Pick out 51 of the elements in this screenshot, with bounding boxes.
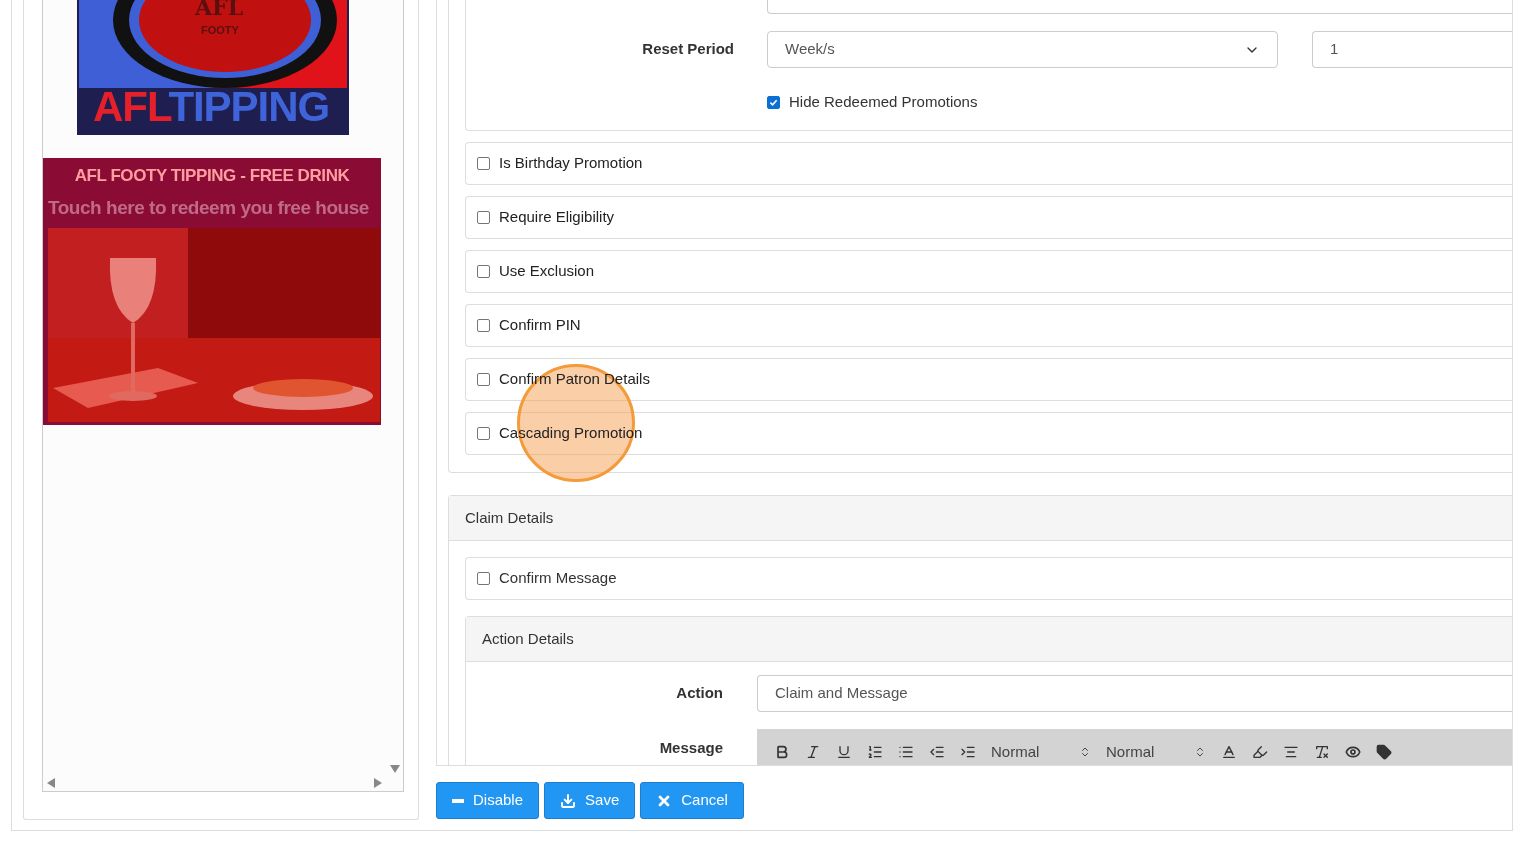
text-color-icon[interactable] <box>1221 744 1237 760</box>
toolbar-select[interactable]: Normal <box>991 740 1091 764</box>
checkbox-label: Hide Redeemed Promotions <box>789 91 978 112</box>
checkbox[interactable] <box>477 373 490 386</box>
scroll-right-icon[interactable] <box>374 778 382 788</box>
minus-icon <box>452 798 464 803</box>
checkbox[interactable] <box>767 95 780 109</box>
scroll-down-icon[interactable] <box>390 765 400 773</box>
clear-format-icon[interactable] <box>1314 744 1330 760</box>
period-select[interactable]: Week/s <box>767 31 1278 68</box>
updown-icon <box>1079 746 1091 758</box>
input-field[interactable] <box>767 0 1512 14</box>
checkbox-label: Confirm PIN <box>499 315 581 336</box>
bold-icon[interactable] <box>774 744 790 760</box>
checkbox-label: Is Birthday Promotion <box>499 153 643 174</box>
checkbox[interactable] <box>477 427 490 440</box>
input-field[interactable]: 1 <box>1312 31 1512 68</box>
checkbox[interactable] <box>477 319 490 332</box>
checkbox-label: Use Exclusion <box>499 261 595 282</box>
promo-subtitle: Touch here to redeem you free house <box>47 195 370 220</box>
promo-banner[interactable]: AFL FOOTY TIPPING - FREE DRINK Touch here to redeem you free house <box>43 158 381 425</box>
panel-header: Claim Details <box>449 496 1512 541</box>
toolbar-select[interactable]: Normal <box>1106 740 1206 764</box>
align-icon[interactable] <box>1283 744 1299 760</box>
promo-title: AFL FOOTY TIPPING - FREE DRINK <box>73 165 351 187</box>
highlighter-icon[interactable] <box>1252 744 1268 760</box>
updown-icon <box>1194 746 1206 758</box>
bullet-list-icon[interactable] <box>898 744 914 760</box>
panel-header: Action Details <box>466 617 1512 662</box>
checkbox[interactable] <box>477 157 490 170</box>
tag-icon[interactable] <box>1376 744 1392 760</box>
checkbox-label: Cascading Promotion <box>499 423 643 444</box>
field-label: Reset Period <box>641 39 734 60</box>
checkbox-label: Require Eligibility <box>499 207 615 228</box>
field-label: Action <box>675 683 723 704</box>
checkbox[interactable] <box>477 211 490 224</box>
checkbox[interactable] <box>477 265 490 278</box>
outdent-icon[interactable] <box>929 744 945 760</box>
ordered-list-icon[interactable] <box>867 744 883 760</box>
field-label: Message <box>658 738 723 758</box>
logo-wordmark: AFLTIPPING <box>93 86 330 128</box>
download-icon <box>560 792 577 809</box>
indent-icon[interactable] <box>960 744 976 760</box>
checkbox-label: Confirm Message <box>499 568 617 589</box>
checkbox[interactable] <box>477 572 490 585</box>
logo-subtitle: FOOTY <box>201 25 239 36</box>
italic-icon[interactable] <box>805 744 821 760</box>
scroll-left-icon[interactable] <box>47 778 55 788</box>
action-field[interactable]: Claim and Message <box>757 675 1512 712</box>
underline-icon[interactable] <box>836 744 852 760</box>
eye-icon[interactable] <box>1345 744 1361 760</box>
